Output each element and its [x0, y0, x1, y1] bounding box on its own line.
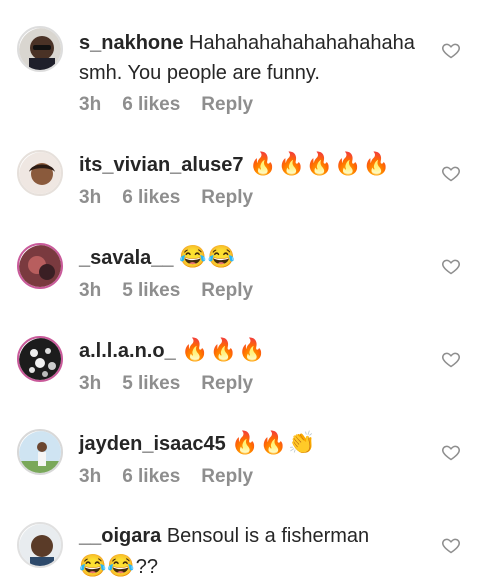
comment-meta: 3h 6 likes Reply: [79, 187, 274, 209]
reply-button[interactable]: Reply: [201, 187, 253, 208]
like-button[interactable]: [441, 442, 461, 462]
comment-text: Bensoul is a fisherman: [166, 525, 370, 547]
username[interactable]: s_nakhone: [79, 32, 183, 54]
comment-body: _savala__ 😂😂: [79, 242, 429, 273]
comment-meta: 3h 6 likes Reply: [79, 94, 274, 116]
comment-meta: 3h 5 likes Reply: [79, 373, 274, 395]
heart-outline-icon: [442, 43, 460, 59]
comment-meta: 3h 5 likes Reply: [79, 280, 274, 302]
comment-body: __oigara Bensoul is a fisherman 😂😂??: [79, 521, 429, 582]
username[interactable]: its_vivian_aluse7: [79, 154, 244, 176]
comment-body: s_nakhone Hahahahahahahahahaha smh. You …: [79, 28, 429, 88]
like-button[interactable]: [441, 163, 461, 183]
reply-button[interactable]: Reply: [201, 466, 253, 487]
comment-body: a.l.l.a.n.o_ 🔥🔥🔥: [79, 335, 429, 366]
likes-count[interactable]: 6 likes: [122, 187, 180, 208]
comment-body: its_vivian_aluse7 🔥🔥🔥🔥🔥: [79, 149, 429, 180]
avatar[interactable]: [17, 522, 63, 568]
avatar[interactable]: [17, 336, 63, 382]
heart-outline-icon: [442, 445, 460, 461]
comment-suffix: ??: [135, 556, 159, 578]
reply-button[interactable]: Reply: [201, 280, 253, 301]
avatar[interactable]: [17, 150, 63, 196]
heart-outline-icon: [442, 259, 460, 275]
username[interactable]: __oigara: [79, 525, 161, 547]
likes-count[interactable]: 6 likes: [122, 94, 180, 115]
likes-count[interactable]: 6 likes: [122, 466, 180, 487]
timestamp: 3h: [79, 94, 102, 115]
comment-meta: 3h 6 likes Reply: [79, 466, 274, 488]
username[interactable]: a.l.l.a.n.o_: [79, 340, 176, 362]
avatar[interactable]: [17, 243, 63, 289]
heart-outline-icon: [442, 352, 460, 368]
timestamp: 3h: [79, 466, 102, 487]
comment-emoji: 🔥🔥🔥: [181, 337, 267, 362]
comment-emoji: 🔥🔥👏: [231, 430, 317, 455]
timestamp: 3h: [79, 187, 102, 208]
comment-emoji: 😂😂: [79, 553, 136, 578]
username[interactable]: jayden_isaac45: [79, 433, 226, 455]
heart-outline-icon: [442, 166, 460, 182]
likes-count[interactable]: 5 likes: [122, 373, 180, 394]
comment-body: jayden_isaac45 🔥🔥👏: [79, 428, 429, 459]
avatar[interactable]: [17, 429, 63, 475]
comment-emoji: 🔥🔥🔥🔥🔥: [249, 151, 392, 176]
likes-count[interactable]: 5 likes: [122, 280, 180, 301]
reply-button[interactable]: Reply: [201, 94, 253, 115]
username[interactable]: _savala__: [79, 247, 174, 269]
timestamp: 3h: [79, 280, 102, 301]
heart-outline-icon: [442, 538, 460, 554]
comment-emoji: 😂😂: [179, 244, 236, 269]
like-button[interactable]: [441, 535, 461, 555]
reply-button[interactable]: Reply: [201, 373, 253, 394]
avatar[interactable]: [17, 26, 63, 72]
like-button[interactable]: [441, 40, 461, 60]
like-button[interactable]: [441, 256, 461, 276]
like-button[interactable]: [441, 349, 461, 369]
timestamp: 3h: [79, 373, 102, 394]
